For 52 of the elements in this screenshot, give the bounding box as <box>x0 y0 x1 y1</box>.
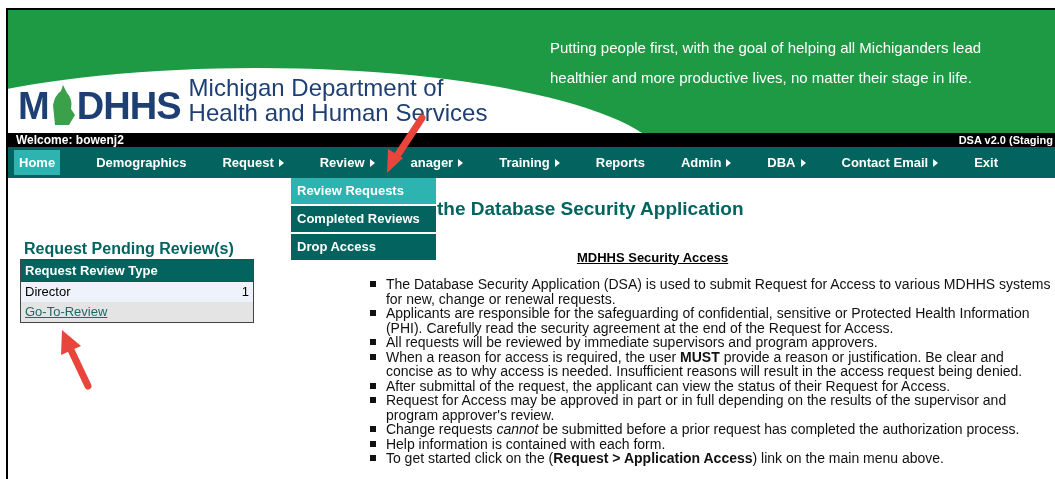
table-header: Request Review Type <box>21 259 253 282</box>
bullet-text: All requests will be reviewed by immediate supervisors and program approvers. <box>385 335 878 350</box>
menu-item[interactable]: Drop Access <box>291 234 436 260</box>
nav-item[interactable]: Demographics <box>96 150 187 175</box>
submenu-arrow-icon <box>726 158 732 167</box>
bullet-text: The Database Security Application (DSA) is used to submit Request for Access to various MDHHS systems for new, change or renewal requests. <box>385 277 1052 306</box>
nav-item[interactable]: anager <box>410 150 464 175</box>
bullet-text: Change requests cannot be submitted before a prior request has completed the authorization process. <box>385 422 1020 437</box>
org-name-line: Michigan Department of <box>188 75 445 100</box>
bullet-text: Help information is contained with each form. <box>385 436 666 451</box>
bullet-icon <box>369 281 376 287</box>
submenu-arrow-icon <box>554 158 560 167</box>
nav-item[interactable]: Admin <box>680 150 732 175</box>
bullet-icon <box>369 426 376 432</box>
submenu-arrow-icon <box>800 158 806 167</box>
bullet-icon <box>369 310 376 316</box>
nav-item[interactable]: Review <box>319 150 375 175</box>
nav-item[interactable]: DBA <box>767 150 806 175</box>
annotation-arrow <box>61 330 92 390</box>
table-cell-text: Director <box>25 282 71 301</box>
bullet-text: Applicants are responsible for the safeguarding of confidential, sensitive or Protected Health Information (PHI). Carefully read the security agreement at the end of the Request for Access. <box>385 306 1031 335</box>
nav-item[interactable]: Exit <box>974 150 999 175</box>
nav-item[interactable]: Contact Email <box>841 150 939 175</box>
bullet-icon <box>369 382 376 389</box>
submenu-arrow-icon <box>933 158 939 167</box>
submenu-arrow-icon <box>458 158 464 167</box>
nav-item[interactable]: Training <box>499 150 560 175</box>
tagline: Putting people first, with the goal of helping all Michiganders lead <box>550 38 982 58</box>
bullet-icon <box>369 339 376 345</box>
bullet-text: Request for Access may be approved in part or in full depending on the results of the supervisor and program approver's review. <box>385 393 1008 422</box>
bullet-icon <box>369 440 376 447</box>
section-heading: MDHHS Security Access <box>576 248 730 267</box>
org-name-line: Health and Human Services <box>188 100 488 125</box>
nav-item[interactable]: Request <box>222 150 284 175</box>
welcome-text: Welcome: bowenj2 <box>16 134 124 146</box>
version-text: DSA v2.0 (Staging <box>958 134 1053 146</box>
table-cell-text: 1 <box>241 282 249 301</box>
submenu-arrow-icon <box>369 158 375 167</box>
menu-item[interactable]: Completed Reviews <box>291 206 436 232</box>
submenu-arrow-icon <box>278 158 284 167</box>
go-to-review-link[interactable]: Go-To-Review <box>25 301 108 322</box>
bullet-text: After submittal of the request, the applicant can view the status of their Request for Access. <box>385 378 951 393</box>
nav-item[interactable]: Reports <box>595 150 645 175</box>
logo: M DHHS <box>18 85 181 125</box>
bullet-text: To get started click on the (Request > Application Access) link on the main menu above. <box>385 451 944 466</box>
pending-title: Request Pending Review(s) <box>24 238 235 259</box>
bullet-icon <box>369 353 376 360</box>
bullet-icon <box>369 397 376 403</box>
tagline: healthier and more productive lives, no matter their stage in life. <box>550 68 973 88</box>
bullet-icon <box>369 455 376 461</box>
bullet-text: When a reason for access is required, the user MUST provide a reason or justification. Be clear and concise as to why access is needed. Insufficient reasons will result in the access request being denied. <box>385 349 1024 379</box>
page-title: the Database Security Application <box>437 198 744 219</box>
